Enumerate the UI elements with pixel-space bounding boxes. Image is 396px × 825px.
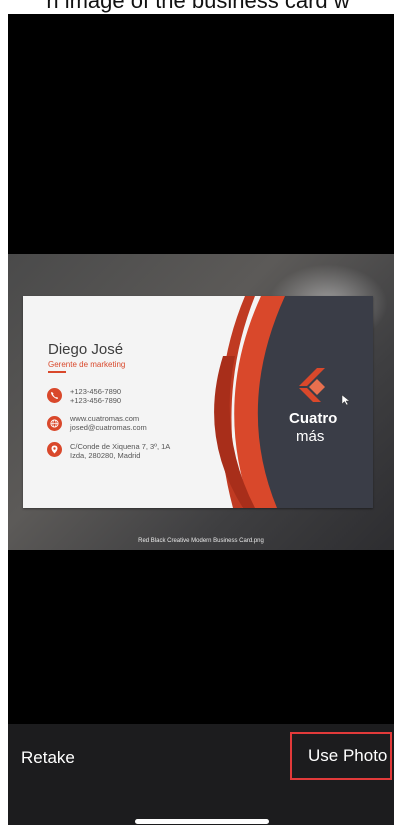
camera-preview-screen: Diego José Gerente de marketing +123-456… (8, 14, 394, 825)
card-address-text: C/Conde de Xiquena 7, 3º, 1A Izda, 28028… (70, 442, 170, 460)
location-pin-icon (47, 442, 62, 457)
captured-photo: Diego José Gerente de marketing +123-456… (8, 254, 394, 550)
cursor-arrow-icon (341, 394, 351, 406)
card-person-name: Diego José (48, 341, 124, 358)
screenshot-root: n image of the business card w Diego Jos… (0, 0, 396, 825)
card-email-line: josed@cuatromas.com (70, 423, 147, 432)
phone-icon (47, 388, 62, 403)
card-phone-line-2: +123-456-7890 (70, 396, 122, 405)
photo-filename-label: Red Black Creative Modern Business Card.… (138, 538, 264, 544)
globe-icon (47, 416, 62, 431)
logo-wordmark-line-1: Cuatro (289, 410, 338, 427)
card-person-role: Gerente de marketing (48, 360, 126, 369)
logo-wordmark-line-2: más (296, 428, 325, 445)
card-address-line-2: Izda, 280280, Madrid (70, 451, 141, 460)
retake-button[interactable]: Retake (21, 748, 75, 768)
card-phone-line-1: +123-456-7890 (70, 387, 122, 396)
card-address-line-1: C/Conde de Xiquena 7, 3º, 1A (70, 442, 171, 451)
card-phone-text: +123-456-7890 +123-456-7890 (70, 387, 121, 405)
business-card: Diego José Gerente de marketing +123-456… (23, 296, 373, 508)
use-photo-button[interactable]: Use Photo (290, 732, 392, 780)
home-indicator[interactable] (135, 819, 269, 824)
cropped-caption-text: n image of the business card w (46, 0, 350, 13)
card-website-line: www.cuatromas.com (70, 414, 140, 423)
card-web-text: www.cuatromas.com josed@cuatromas.com (70, 414, 147, 432)
bottom-toolbar: Retake Use Photo (8, 724, 394, 825)
logo-chevron-icon (299, 368, 325, 402)
role-underline (48, 371, 66, 373)
